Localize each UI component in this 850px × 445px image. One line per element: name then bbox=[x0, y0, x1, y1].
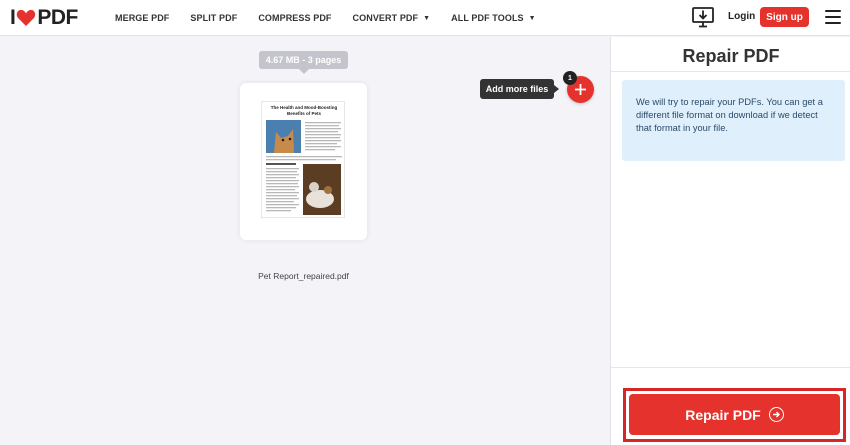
nav-split-pdf[interactable]: SPLIT PDF bbox=[190, 13, 237, 23]
repair-button-label: Repair PDF bbox=[685, 406, 761, 423]
plus-icon bbox=[575, 84, 586, 95]
file-name: Pet Report_repaired.pdf bbox=[258, 271, 349, 281]
add-more-files-tooltip: Add more files bbox=[480, 79, 559, 99]
login-link[interactable]: Login bbox=[728, 11, 755, 22]
info-message: We will try to repair your PDFs. You can… bbox=[622, 80, 845, 161]
preview-content-graphic bbox=[266, 120, 342, 215]
arrow-right-circle-icon bbox=[768, 407, 784, 422]
sidebar-title: Repair PDF bbox=[682, 46, 780, 66]
heart-icon bbox=[17, 9, 36, 26]
top-header: I PDF MERGE PDF SPLIT PDF COMPRESS PDF C… bbox=[0, 0, 850, 36]
file-card[interactable]: The Health and Mood-Boosting Benefits of… bbox=[240, 83, 367, 281]
repair-pdf-button[interactable]: Repair PDF bbox=[629, 394, 840, 435]
repair-button-highlight: Repair PDF bbox=[623, 388, 846, 442]
file-size-badge: 4.67 MB - 3 pages bbox=[259, 51, 348, 74]
divider bbox=[611, 71, 850, 72]
pdf-preview-thumbnail: The Health and Mood-Boosting Benefits of… bbox=[261, 101, 345, 218]
file-workspace: 4.67 MB - 3 pages The Health and Mood-Bo… bbox=[0, 37, 610, 445]
divider bbox=[611, 367, 850, 368]
hamburger-menu-icon[interactable] bbox=[825, 10, 841, 24]
ilovepdf-logo[interactable]: I PDF bbox=[10, 6, 78, 30]
tool-sidebar: Repair PDF We will try to repair your PD… bbox=[610, 37, 850, 445]
main-nav: MERGE PDF SPLIT PDF COMPRESS PDF CONVERT… bbox=[115, 0, 557, 36]
nav-convert-pdf[interactable]: CONVERT PDF ▼ bbox=[353, 13, 431, 23]
logo-letter: I bbox=[10, 6, 16, 29]
logo-text: PDF bbox=[37, 6, 78, 29]
caret-down-icon: ▼ bbox=[423, 14, 431, 22]
file-count-badge: 1 bbox=[563, 71, 577, 85]
caret-down-icon: ▼ bbox=[528, 14, 536, 22]
desktop-download-icon[interactable] bbox=[692, 7, 714, 28]
nav-all-pdf-tools[interactable]: ALL PDF TOOLS ▼ bbox=[451, 13, 536, 23]
signup-button[interactable]: Sign up bbox=[760, 7, 809, 27]
nav-merge-pdf[interactable]: MERGE PDF bbox=[115, 13, 169, 23]
nav-compress-pdf[interactable]: COMPRESS PDF bbox=[258, 13, 331, 23]
